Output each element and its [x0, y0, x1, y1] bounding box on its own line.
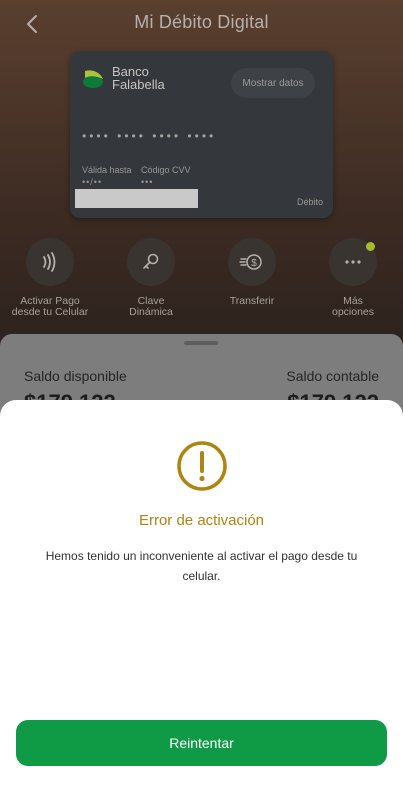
bank-logo-icon — [83, 70, 103, 88]
redacted-field — [75, 189, 198, 208]
dynamic-key-button[interactable]: Clave Dinámica — [103, 238, 199, 318]
debit-card: Banco Falabella Mostrar datos •••• •••• … — [70, 51, 333, 218]
transfer-label-1: Transferir — [229, 295, 275, 307]
cvv-label: Código CVV — [141, 165, 191, 175]
more-options-circle — [329, 238, 377, 286]
bank-name-line2: Falabella — [112, 77, 165, 92]
error-modal: Error de activación Hemos tenido un inco… — [0, 400, 403, 800]
activate-payment-label-2: desde tu Celular — [11, 306, 89, 318]
more-options-button[interactable]: Más opciones — [305, 238, 401, 318]
valid-until-label: Válida hasta — [82, 165, 132, 175]
page-title: Mi Débito Digital — [134, 12, 269, 32]
valid-until-value: ••/•• — [82, 177, 103, 187]
notification-dot — [366, 242, 375, 251]
modal-message: Hemos tenido un inconveniente al activar… — [45, 549, 358, 583]
more-options-label-2: opciones — [331, 306, 375, 318]
drag-handle[interactable] — [184, 341, 218, 345]
svg-text:$: $ — [251, 258, 257, 269]
modal-title: Error de activación — [138, 512, 265, 529]
dynamic-key-circle — [127, 238, 175, 286]
contactless-icon — [43, 252, 56, 272]
bank-logo: Banco Falabella — [82, 65, 165, 91]
dynamic-key-label-2: Dinámica — [129, 306, 173, 318]
warning-icon — [177, 441, 227, 491]
show-data-button[interactable]: Mostrar datos — [231, 68, 315, 98]
retry-button[interactable]: Reintentar — [16, 720, 387, 766]
activate-payment-button[interactable]: Activar Pago desde tu Celular — [2, 238, 98, 318]
transfer-button[interactable]: $ Transferir — [204, 238, 300, 307]
transfer-icon: $ — [239, 254, 262, 270]
card-number: •••• •••• •••• •••• — [82, 129, 217, 143]
available-balance-label: Saldo disponible — [24, 368, 127, 384]
accounting-balance-label: Saldo contable — [286, 368, 379, 384]
card-type-label: Débito — [296, 197, 323, 207]
cvv-value: ••• — [141, 177, 154, 187]
more-icon — [345, 260, 361, 264]
activate-payment-circle — [26, 238, 74, 286]
transfer-circle: $ — [228, 238, 276, 286]
key-icon — [143, 253, 159, 269]
